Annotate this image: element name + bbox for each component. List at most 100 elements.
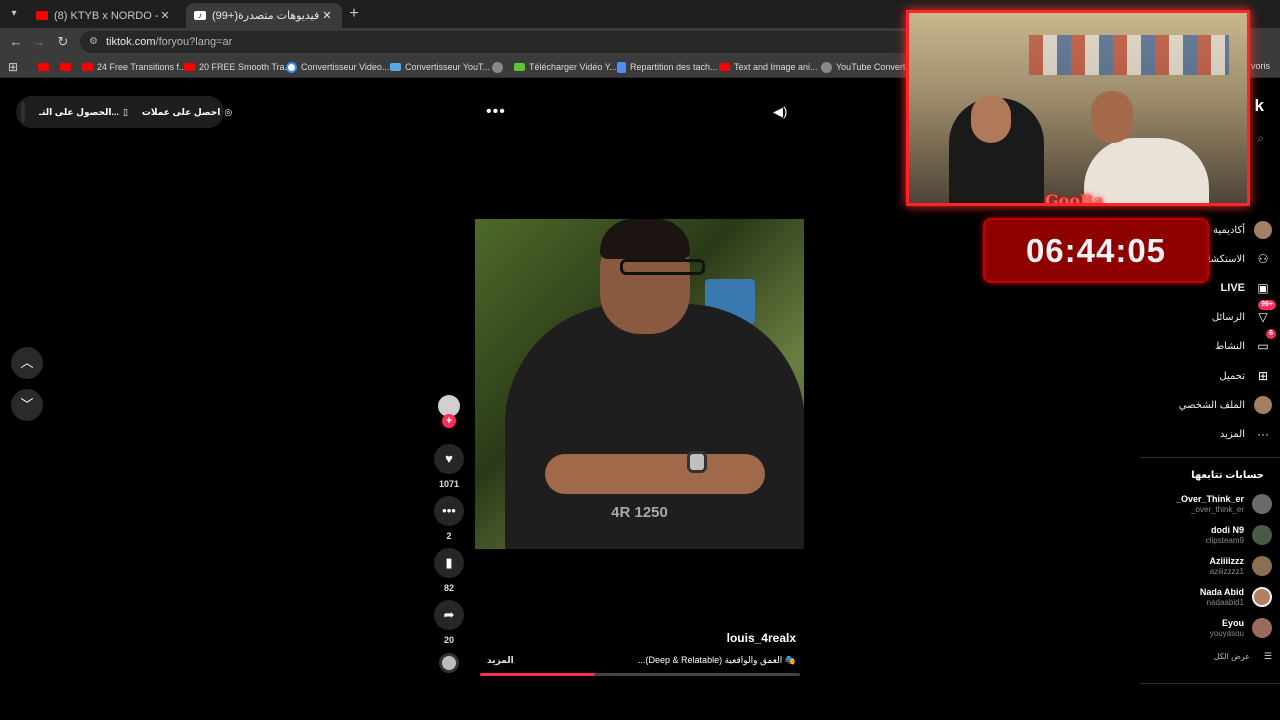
bookmark-item[interactable]: Repartition des tach... — [617, 60, 718, 74]
sidebar-item-profile[interactable]: الملف الشخصي — [1179, 395, 1272, 415]
previous-video-button[interactable]: ︿ — [11, 347, 43, 379]
video-author[interactable]: louis_4realx — [727, 631, 796, 645]
avatar[interactable] — [21, 101, 25, 123]
bookmark-item[interactable]: Convertisseur Video... — [286, 60, 389, 74]
volume-icon[interactable]: ◀) — [773, 104, 787, 120]
video-overlay-text: 4R 1250 — [611, 504, 668, 521]
divider — [1140, 457, 1280, 458]
get-app-label: الحصول على التـ... — [39, 106, 119, 117]
url-path: /foryou?lang=ar — [155, 36, 233, 48]
video-person-watch — [687, 451, 707, 473]
bookmark-label: Convertisseur YouT... — [405, 62, 491, 72]
top-action-bar: الحصول على التـ... ▯ احصل على عملات ◎ — [16, 96, 232, 128]
account-handle: _over_think_er — [1191, 504, 1244, 514]
account-name: Nada Abid — [1199, 586, 1244, 597]
sidebar-item-upload[interactable]: تحميل ⊞ — [1219, 366, 1272, 386]
video-person-arms — [545, 454, 765, 494]
account-handle: nadaabid1 — [1206, 597, 1244, 607]
heart-icon[interactable]: ♥ — [434, 444, 464, 474]
avatar — [1252, 494, 1272, 514]
following-account[interactable]: _Over_Think_er _over_think_er — [1176, 491, 1272, 517]
webcam-person-head — [971, 95, 1011, 143]
tab-search-icon[interactable]: ▾ — [6, 6, 22, 22]
video-player[interactable]: 4R 1250 — [475, 219, 804, 549]
youtube-icon — [60, 63, 71, 71]
streamer-logo: GooBa — [1045, 191, 1104, 206]
avatar — [1252, 587, 1272, 607]
sidebar-item-label: أكاديمية — [1213, 224, 1245, 236]
bookmark-label: 20 FREE Smooth Tra... — [199, 62, 293, 72]
bookmark-icon[interactable]: ▮ — [434, 548, 464, 578]
sidebar-item-live[interactable]: LIVE ▣ — [1221, 278, 1272, 298]
video-person-hair — [600, 219, 690, 259]
sidebar-item-label: المزيد — [1219, 428, 1245, 440]
sidebar-item-messages[interactable]: الرسائل ▽ 99+ — [1212, 300, 1276, 327]
download-icon — [514, 63, 525, 71]
forward-button[interactable]: → — [31, 34, 47, 50]
url-host: tiktok.com — [106, 36, 156, 48]
share-action: ➦ 20 — [433, 600, 465, 645]
bookmark-item[interactable]: Télécharger Vidéo Y... — [514, 60, 617, 74]
back-button[interactable]: ← — [8, 34, 24, 50]
get-app-button[interactable]: الحصول على التـ... ▯ — [39, 107, 128, 118]
bookmark-item[interactable]: 20 FREE Smooth Tra... — [184, 60, 292, 74]
sidebar-item-label: LIVE — [1220, 282, 1245, 294]
all-bookmarks[interactable]: voris — [1251, 61, 1270, 71]
account-handle: clipsteam9 — [1205, 535, 1244, 545]
close-icon[interactable]: ✕ — [158, 9, 172, 22]
apps-icon[interactable]: ⊞ — [8, 60, 18, 74]
webcam-person-head — [1091, 91, 1133, 143]
get-coins-label: احصل على عملات — [141, 106, 221, 117]
more-options-icon[interactable]: ••• — [486, 103, 506, 121]
reload-button[interactable]: ↻ — [55, 34, 71, 50]
following-account[interactable]: Eyou youyasou — [1210, 615, 1272, 641]
following-account[interactable]: Nada Abid nadaabid1 — [1200, 584, 1272, 610]
bookmark-item[interactable]: Text and Image ani... — [719, 60, 818, 74]
live-icon: ▣ — [1257, 281, 1269, 295]
tab-title: (8) KTYB x NORDO - GHAZALI ( — [54, 9, 158, 22]
music-disc-icon[interactable] — [439, 653, 459, 673]
people-icon: ⚇ — [1257, 252, 1269, 266]
webcam-overlay: GooBa — [906, 10, 1250, 206]
close-icon[interactable]: ✕ — [320, 9, 334, 22]
search-icon[interactable]: ⌕ — [1257, 131, 1264, 146]
bookmark-item[interactable] — [38, 60, 53, 74]
upload-icon: ⊞ — [1257, 369, 1269, 383]
sidebar-item-activity[interactable]: النشاط ▭ 6 — [1215, 329, 1276, 356]
see-all-link[interactable]: عرض الكل ☰ — [1214, 651, 1272, 662]
description-more-link[interactable]: المزيد — [487, 655, 514, 666]
next-video-button[interactable]: ﹀ — [11, 389, 43, 421]
bookmark-item[interactable] — [492, 60, 507, 74]
comment-icon[interactable]: ••• — [434, 496, 464, 526]
following-account[interactable]: Aziiiizzz aziiizzzz1 — [1209, 553, 1272, 579]
bookmark-item[interactable] — [60, 60, 75, 74]
save-count: 82 — [443, 583, 454, 593]
account-name: _Over_Think_er — [1175, 493, 1244, 504]
video-progress-fill — [480, 673, 596, 676]
new-tab-button[interactable]: + — [346, 5, 362, 23]
bookmark-item[interactable]: 24 Free Transitions f... — [82, 60, 187, 74]
following-heading: حسابات تتابعها — [1191, 470, 1264, 481]
globe-icon — [492, 61, 503, 73]
bookmark-label: YouTube Converter — [836, 62, 914, 72]
bookmark-item[interactable]: Convertisseur YouT... — [390, 60, 490, 74]
share-icon[interactable]: ➦ — [434, 600, 464, 630]
get-coins-button[interactable]: احصل على عملات ◎ — [142, 107, 232, 118]
sidebar-item-label: تحميل — [1219, 370, 1245, 382]
following-account[interactable]: dodi N9 clipsteam9 — [1206, 522, 1272, 548]
google-icon — [286, 61, 297, 73]
follow-button[interactable]: + — [442, 414, 456, 428]
youtube-icon — [38, 63, 49, 71]
sidebar-item-more[interactable]: المزيد ··· — [1220, 424, 1272, 444]
tab-tiktok[interactable]: ♪ (99+)شاهد فيديوهات متصدرة | ✕ — [186, 3, 342, 28]
sidebar-item-academy[interactable]: أكاديمية — [1213, 220, 1272, 240]
account-name: Aziiiizzz — [1209, 555, 1244, 566]
video-progress-bar[interactable] — [480, 673, 800, 676]
tiktok-logo[interactable]: k — [1255, 96, 1264, 116]
avatar — [1252, 618, 1272, 638]
save-action: ▮ 82 — [433, 548, 465, 593]
site-info-icon[interactable]: ⚙ — [89, 31, 98, 53]
tiktok-icon: ♪ — [194, 11, 206, 20]
tab-youtube[interactable]: (8) KTYB x NORDO - GHAZALI ( ✕ — [28, 3, 180, 28]
bookmark-item[interactable]: YouTube Converter — [821, 60, 913, 74]
